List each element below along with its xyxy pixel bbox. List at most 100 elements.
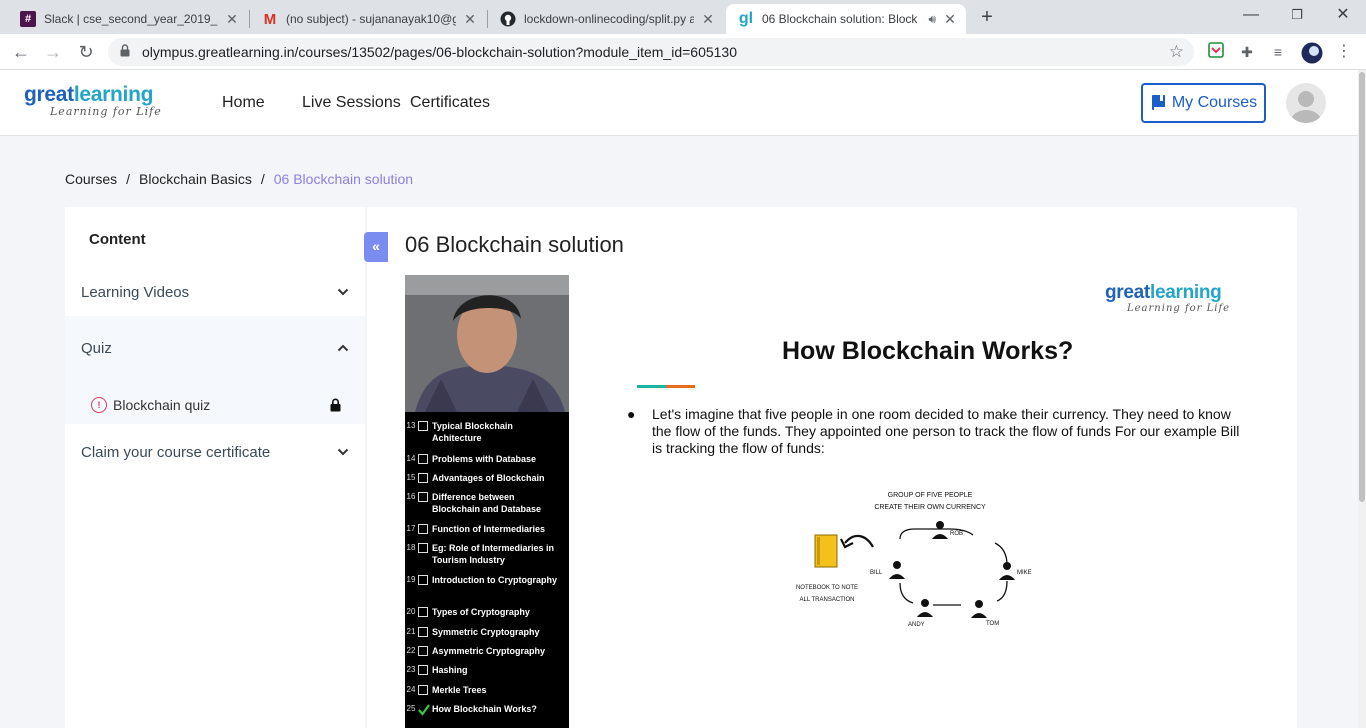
close-window-button[interactable]: ✕ (1320, 4, 1366, 26)
page-body: Courses / Blockchain Basics / 06 Blockchain … (0, 136, 1358, 728)
close-icon[interactable]: ✕ (224, 11, 240, 28)
page-title: 06 Blockchain solution (405, 232, 624, 257)
sidebar-section-certificate[interactable]: Claim your course certificate (65, 424, 365, 480)
diagram-caption-2: CREATE THEIR OWN CURRENCY (874, 504, 986, 511)
chapter-number: 18 (406, 543, 416, 552)
browser-tab-slack[interactable]: # Slack | cse_second_year_2019_20 ✕ (8, 4, 248, 34)
my-courses-label: My Courses (1171, 94, 1258, 111)
chevron-down-icon (337, 288, 349, 296)
checkbox-icon (418, 575, 428, 585)
person-label-andy: ANDY (908, 622, 925, 628)
quiz-item-blockchain-quiz[interactable]: ! Blockchain quiz (91, 394, 341, 416)
chapter-number: 22 (406, 646, 416, 655)
section-label: Claim your course certificate (81, 443, 271, 461)
nav-home[interactable]: Home (222, 94, 265, 112)
chapter-number: 19 (406, 575, 416, 584)
chapter-number: 23 (406, 665, 416, 674)
forward-button[interactable]: → (42, 41, 64, 63)
chapter-title: Function of Intermediaries (432, 524, 546, 534)
person-label-bill: BILL (870, 570, 883, 576)
sidebar-section-learning-videos[interactable]: Learning Videos (65, 264, 365, 320)
chapter-number: 25 (406, 704, 416, 713)
menu-kebab-icon[interactable]: ⋮ (1334, 42, 1354, 62)
lecture-video[interactable]: 13 Typical Blockchain Achitecture 14 Proble… (405, 275, 1297, 728)
video-chapter-list: 13 Typical Blockchain Achitecture 14 Proble… (405, 412, 569, 728)
address-bar[interactable]: olympus.greatlearning.in/courses/13502/p… (108, 38, 1194, 66)
chapter-title: Typical Blockchain Achitecture (432, 421, 513, 443)
tab-title: 06 Blockchain solution: Block (762, 12, 918, 26)
breadcrumb-separator: / (260, 171, 265, 187)
chapter-row: 13 Typical Blockchain Achitecture (405, 420, 569, 444)
chapter-title: Hashing (432, 665, 468, 675)
quiz-pin-icon: ! (91, 397, 107, 413)
speaker-icon[interactable]: 🔊︎ (928, 12, 936, 27)
blockchain-people-diagram: GROUP OF FIVE PEOPLE CREATE THEIR OWN CU… (796, 492, 1032, 628)
chapter-title: Symmetric Cryptography (432, 627, 540, 637)
collapse-sidebar-button[interactable]: « (364, 232, 388, 262)
checkbox-icon (418, 421, 428, 431)
checkbox-icon (418, 665, 428, 675)
back-button[interactable]: ← (10, 41, 32, 63)
person-label-rob: ROB (950, 531, 963, 537)
chevron-up-icon (337, 344, 349, 352)
nav-certificates[interactable]: Certificates (410, 94, 490, 112)
sidebar-section-quiz[interactable]: Quiz (65, 320, 365, 376)
restore-button[interactable]: ❐ (1274, 4, 1320, 26)
content-sidebar: Content Learning Videos Quiz ! Blockchai… (65, 207, 365, 728)
chapter-title: Difference between Blockchain and Databa… (432, 492, 542, 514)
checkbox-icon (418, 627, 428, 637)
reload-button[interactable]: ↻ (75, 41, 97, 63)
my-courses-button[interactable]: My Courses (1141, 83, 1266, 123)
tab-title: lockdown-onlinecoding/split.py a (524, 12, 694, 26)
close-icon[interactable]: ✕ (700, 11, 716, 28)
checkbox-icon (418, 492, 428, 502)
chevron-down-icon (337, 448, 349, 456)
checkbox-icon (418, 685, 428, 695)
github-icon (500, 11, 516, 27)
checked-box-icon (418, 704, 430, 716)
user-avatar[interactable] (1286, 83, 1326, 123)
new-tab-button[interactable]: + (976, 6, 998, 28)
lock-icon (120, 44, 130, 57)
slide-title-rule (637, 385, 695, 388)
chapter-number: 24 (406, 685, 416, 694)
profile-icon[interactable] (1301, 42, 1323, 64)
nav-live-sessions[interactable]: Live Sessions (302, 94, 401, 112)
bullet-dot: ● (627, 406, 636, 422)
extension-pocket-icon[interactable] (1206, 42, 1226, 62)
slide-logo-tagline: Learning for Life (1127, 303, 1231, 314)
notebook-caption-1: NOTEBOOK TO NOTE (796, 585, 858, 591)
browser-tab-github[interactable]: lockdown-onlinecoding/split.py a ✕ (488, 4, 724, 34)
browser-tab-gmail[interactable]: M (no subject) - sujananayak10@gm ✕ (250, 4, 486, 34)
checkbox-icon (418, 473, 428, 483)
page-scrollbar[interactable] (1358, 70, 1366, 728)
breadcrumb-courses[interactable]: Courses (65, 171, 117, 187)
close-icon[interactable]: ✕ (462, 11, 478, 28)
sidebar-heading: Content (89, 231, 146, 248)
logo-word-learning: learning (73, 83, 154, 106)
chapter-title: Advantages of Blockchain (432, 473, 545, 483)
logo-tagline: Learning for Life (50, 105, 162, 118)
extensions-puzzle-icon[interactable]: ✚ (1237, 42, 1257, 62)
chapter-row: 18 Eg: Role of Intermediaries in Tourism … (405, 542, 569, 566)
checkbox-icon (418, 607, 428, 617)
minimize-button[interactable]: — (1228, 4, 1274, 26)
bookmark-star-icon[interactable]: ☆ (1169, 42, 1184, 62)
chapter-title: Problems with Database (432, 454, 537, 464)
media-control-icon[interactable]: ≡ (1268, 42, 1288, 62)
slide-logo: greatlearning Learning for Life (1105, 282, 1231, 315)
section-label: Learning Videos (81, 283, 190, 301)
chapter-row: 23 Hashing (405, 664, 569, 676)
tab-title: Slack | cse_second_year_2019_20 (44, 12, 218, 26)
url-text[interactable]: olympus.greatlearning.in/courses/13502/p… (142, 44, 737, 60)
gmail-icon: M (263, 10, 277, 28)
chapter-title: Types of Cryptography (432, 607, 530, 617)
greatlearning-logo[interactable]: greatlearning Learning for Life (24, 84, 162, 118)
breadcrumb-course[interactable]: Blockchain Basics (139, 171, 252, 187)
slide-logo-word-learning: learning (1149, 282, 1222, 303)
chapter-row: 25 How Blockchain Works? (405, 703, 569, 716)
chapter-title: Merkle Trees (432, 685, 487, 695)
close-icon[interactable]: ✕ (942, 11, 958, 28)
scrollbar-thumb[interactable] (1359, 72, 1365, 502)
browser-tab-active[interactable]: gl 06 Blockchain solution: Block 🔊︎ ✕ (726, 4, 966, 34)
